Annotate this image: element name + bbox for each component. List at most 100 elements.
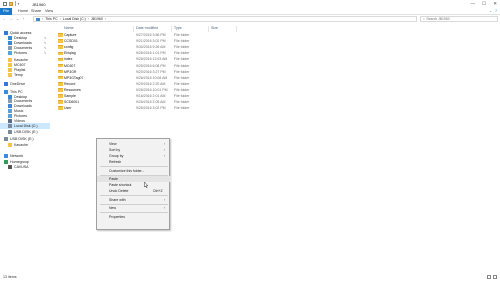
file-row[interactable]: User 9/26/2016 3:02 PM File folder <box>58 105 258 111</box>
sidebar-item-pictures[interactable]: Pictures ✎ <box>0 50 47 56</box>
menu-separator <box>100 195 168 196</box>
menu-separator <box>100 203 168 205</box>
pin-icon: ✎ <box>44 41 47 45</box>
folder-icon <box>58 69 63 74</box>
menu-item-share-with[interactable]: Share with › <box>97 197 171 203</box>
item-count: 13 items <box>3 275 17 279</box>
folder-icon <box>58 51 63 56</box>
sidebar-item-usb-disk-e[interactable]: USB DISK (E:) <box>0 129 38 135</box>
sidebar-item-label: CAVUSA <box>14 165 29 169</box>
sidebar-item-temp[interactable]: Temp <box>0 72 23 78</box>
sidebar-item-cavusa[interactable]: CAVUSA <box>0 164 29 170</box>
qa-customize-icon[interactable]: ▾ <box>18 2 20 6</box>
up-button[interactable]: ↑ <box>22 16 24 21</box>
breadcrumb-separator: › <box>59 17 61 21</box>
menu-item-refresh[interactable]: Refresh <box>97 159 171 165</box>
minimize-button[interactable]: — <box>471 1 476 7</box>
menu-separator <box>100 166 168 167</box>
column-name[interactable]: Name <box>64 26 74 30</box>
file-date-modified: 9/30/2016 9:26 AM <box>136 45 166 50</box>
drive-icon <box>8 124 12 128</box>
file-name: index <box>64 57 73 62</box>
chevron-right-icon: › <box>164 141 166 146</box>
ribbon-controls: ⌄ ? <box>489 9 497 13</box>
tab-home[interactable]: Home <box>18 8 28 15</box>
network-icon <box>4 154 8 158</box>
column-type[interactable]: Type <box>174 26 182 30</box>
folder-icon <box>58 100 63 104</box>
chevron-down-icon[interactable]: ⌄ <box>489 9 492 13</box>
file-row[interactable]: CCSD01 9/21/2016 3:02 PM File folder <box>58 38 258 44</box>
breadcrumb-current-folder[interactable]: JB1960 <box>91 17 103 21</box>
file-date-modified: 9/26/2016 1:01 PM <box>136 51 166 56</box>
address-row: ← → ⌄ ↑ › This PC › Local Disk (C:) › JB… <box>0 15 500 23</box>
file-row[interactable]: MC607 9/25/2016 6:08 PM File folder <box>58 63 258 69</box>
chevron-right-icon: › <box>164 147 166 152</box>
menu-item-label: Refresh <box>109 160 122 164</box>
back-button[interactable]: ← <box>2 16 6 21</box>
sidebar-item-label: Kavache <box>14 143 28 147</box>
details-view-icon[interactable] <box>487 275 491 279</box>
maximize-button[interactable]: ☐ <box>482 1 486 7</box>
navigation-buttons: ← → ⌄ ↑ <box>2 16 24 21</box>
sidebar-item-onedrive[interactable]: OneDrive <box>0 81 25 87</box>
pictures-icon <box>8 51 12 55</box>
close-button[interactable]: ✕ <box>493 1 497 7</box>
search-box[interactable]: ⌕ Search JB1960 <box>420 16 498 22</box>
file-type: File folder <box>174 75 190 80</box>
tab-share[interactable]: Share <box>31 8 41 15</box>
sidebar-item-label: USB DISK (E:) <box>14 130 38 134</box>
folder-icon <box>58 82 63 86</box>
file-row[interactable]: SCD6001 9/26/2016 2:05 AM File folder <box>58 99 258 105</box>
file-row[interactable]: config 9/30/2016 9:26 AM File folder <box>58 44 258 50</box>
file-row[interactable]: index 9/26/2016 12:03 AM File folder <box>58 56 258 62</box>
breadcrumb-this-pc[interactable]: This PC <box>45 17 57 21</box>
sidebar-item-label: USB DISK (E:) <box>10 137 34 141</box>
tab-view[interactable]: View <box>45 8 53 15</box>
recent-locations-button[interactable]: ⌄ <box>16 16 19 21</box>
file-date-modified: 9/29/2016 2:20 AM <box>136 81 166 86</box>
file-row[interactable]: Ehiqiag 9/26/2016 1:01 PM File folder <box>58 50 258 56</box>
file-name: CCSD01 <box>64 39 78 44</box>
sidebar-item-label: Temp <box>14 73 23 77</box>
menu-item-undo-delete[interactable]: Undo Delete Ctrl+Z <box>97 188 171 194</box>
status-bar: 13 items <box>0 273 500 281</box>
sidebar-item-label: OneDrive <box>10 82 26 86</box>
file-row[interactable]: Sample 9/16/2016 2:01 AM File folder <box>58 93 258 99</box>
sidebar-item-kavache[interactable]: Kavache <box>0 142 28 148</box>
usb-drive-icon <box>8 130 12 134</box>
file-row[interactable]: Record 9/29/2016 2:20 AM File folder <box>58 81 258 87</box>
properties-icon[interactable] <box>3 1 7 6</box>
tab-file[interactable]: File <box>0 8 12 15</box>
file-date-modified: 9/26/2016 2:05 AM <box>136 100 166 105</box>
menu-item-customize-this-folder[interactable]: Customize this folder... <box>97 168 171 174</box>
large-icons-view-icon[interactable] <box>493 275 497 279</box>
forward-button[interactable]: → <box>9 16 13 21</box>
file-name: MC607 <box>64 63 76 68</box>
column-date-modified[interactable]: Date modified <box>136 26 158 30</box>
address-bar[interactable]: › This PC › Local Disk (C:) › JB1960 › <box>33 16 417 22</box>
file-row[interactable]: Capture 9/27/2016 3:56 PM File folder <box>58 32 258 38</box>
file-row[interactable]: MP3GTag07 9/26/2016 10:08 AM File folder <box>58 75 258 81</box>
sidebar-item-label: Network <box>10 154 24 158</box>
breadcrumb-local-disk[interactable]: Local Disk (C:) <box>63 17 86 21</box>
search-input[interactable]: Search JB1960 <box>426 17 449 21</box>
menu-item-new[interactable]: New › <box>97 205 171 211</box>
new-folder-icon[interactable] <box>9 1 13 6</box>
folder-icon <box>58 39 63 43</box>
file-type: File folder <box>174 51 190 56</box>
menu-item-properties[interactable]: Properties <box>97 214 171 220</box>
help-icon[interactable]: ? <box>495 9 497 13</box>
file-row[interactable]: MP3GR 9/20/2016 3:27 PM File folder <box>58 69 258 75</box>
folder-icon <box>58 33 63 37</box>
folder-icon <box>8 73 12 77</box>
file-date-modified: 9/26/2016 10:08 AM <box>136 75 168 80</box>
file-row[interactable]: Resources 9/26/2016 10:01 PM File folder <box>58 87 258 93</box>
menu-item-label: Paste shortcut <box>109 183 132 188</box>
column-size[interactable]: Size <box>211 26 218 30</box>
file-name: MP3GR <box>64 69 77 74</box>
usb-drive-icon <box>4 137 8 141</box>
file-type: File folder <box>174 69 190 74</box>
file-name: Resources <box>64 87 81 92</box>
file-type: File folder <box>174 39 190 44</box>
